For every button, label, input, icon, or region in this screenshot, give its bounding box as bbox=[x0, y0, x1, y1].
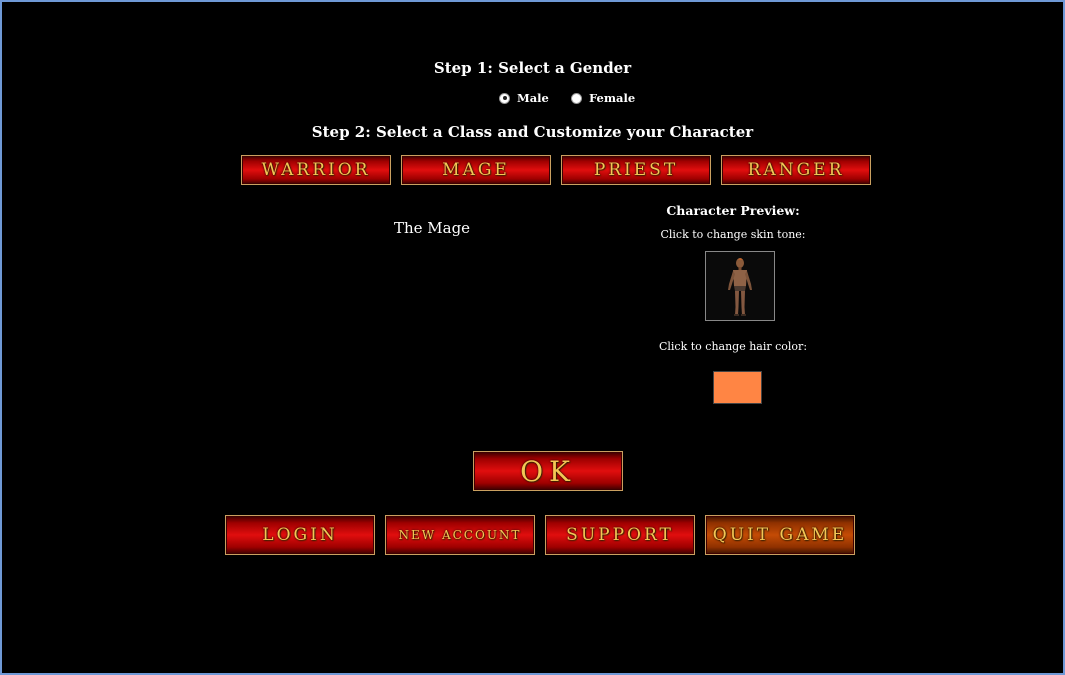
ok-button[interactable]: OK bbox=[473, 451, 623, 491]
male-label: Male bbox=[517, 91, 549, 105]
female-label: Female bbox=[589, 91, 636, 105]
male-radio[interactable] bbox=[499, 92, 510, 104]
hair-color-label: Click to change hair color: bbox=[658, 340, 808, 353]
character-figure-icon bbox=[728, 258, 752, 316]
step1-title: Step 1: Select a Gender bbox=[433, 59, 632, 77]
character-preview-image[interactable] bbox=[705, 251, 775, 321]
gender-option-female[interactable]: Female bbox=[571, 91, 635, 105]
gender-selector: Male Female bbox=[0, 91, 1065, 107]
female-radio[interactable] bbox=[571, 92, 582, 104]
class-button-mage[interactable]: Mage bbox=[401, 155, 551, 185]
step2-title: Step 2: Select a Class and Customize you… bbox=[311, 123, 754, 141]
gender-option-male[interactable]: Male bbox=[499, 91, 549, 105]
skin-tone-label: Click to change skin tone: bbox=[660, 228, 806, 241]
login-button[interactable]: Login bbox=[225, 515, 375, 555]
support-button[interactable]: Support bbox=[545, 515, 695, 555]
hair-color-swatch[interactable] bbox=[713, 371, 762, 404]
class-button-ranger[interactable]: Ranger bbox=[721, 155, 871, 185]
class-button-priest[interactable]: Priest bbox=[561, 155, 711, 185]
quit-game-button[interactable]: Quit Game bbox=[705, 515, 855, 555]
class-button-warrior[interactable]: Warrior bbox=[241, 155, 391, 185]
character-preview-title: Character Preview: bbox=[666, 203, 800, 218]
new-account-button[interactable]: New Account bbox=[385, 515, 535, 555]
selected-class-title: The Mage bbox=[393, 219, 471, 237]
